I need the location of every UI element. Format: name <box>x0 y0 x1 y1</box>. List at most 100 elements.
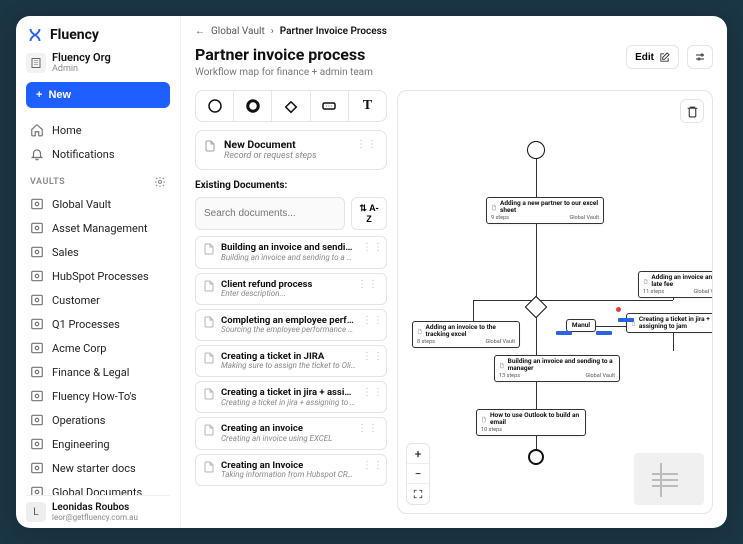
search-input[interactable] <box>195 197 345 230</box>
new-button[interactable]: + New <box>26 82 170 108</box>
drag-handle-icon[interactable]: ⋮⋮ <box>362 315 384 326</box>
document-item[interactable]: Completing an employee perform...Sourcin… <box>195 309 387 341</box>
vault-icon <box>30 269 44 283</box>
existing-docs-heading: Existing Documents: <box>195 180 387 191</box>
document-item[interactable]: Creating an invoiceCreating an invoice u… <box>195 417 387 449</box>
flow-node[interactable]: How to use Outlook to build an email 10 … <box>476 409 586 436</box>
selection-handle[interactable] <box>596 331 612 335</box>
vault-item[interactable]: Acme Corp <box>26 336 170 360</box>
gear-icon[interactable] <box>154 176 166 188</box>
breadcrumb-parent[interactable]: Global Vault <box>211 26 265 37</box>
selection-handle[interactable] <box>616 307 621 312</box>
zoom-out-button[interactable]: − <box>407 464 429 484</box>
vault-item[interactable]: HubSpot Processes <box>26 264 170 288</box>
vault-icon <box>30 197 44 211</box>
vault-item[interactable]: Sales <box>26 240 170 264</box>
vault-item[interactable]: Fluency How-To's <box>26 384 170 408</box>
drag-handle-icon[interactable]: ⋮⋮ <box>362 242 384 253</box>
shape-text[interactable]: T <box>349 91 386 121</box>
flow-node[interactable]: Adding a new partner to our excel sheet … <box>486 197 604 224</box>
shape-rect[interactable] <box>311 91 349 121</box>
file-icon <box>203 315 215 329</box>
document-item[interactable]: Client refund processEnter description..… <box>195 273 387 305</box>
org-name: Fluency Org <box>52 52 111 64</box>
selection-handle[interactable] <box>556 331 572 335</box>
vault-item[interactable]: Global Documents <box>26 480 170 495</box>
vault-icon <box>30 437 44 451</box>
drag-handle-icon[interactable]: ⋮⋮ <box>362 351 384 362</box>
vaults-section-head: VAULTS <box>26 166 170 192</box>
sort-button[interactable]: ⇅ A-Z <box>351 197 387 230</box>
org-role: Admin <box>52 64 111 74</box>
home-icon <box>30 123 44 137</box>
back-icon[interactable]: ← <box>195 26 205 37</box>
end-node[interactable] <box>528 449 544 465</box>
vault-item[interactable]: Operations <box>26 408 170 432</box>
flow-node[interactable]: Adding an invoice to the tracking excel … <box>412 321 520 348</box>
vault-icon <box>30 413 44 427</box>
file-icon <box>204 139 216 153</box>
flow-node[interactable]: Building an invoice and sending to a man… <box>494 355 620 382</box>
org-switcher[interactable]: Fluency Org Admin <box>26 52 170 74</box>
start-node[interactable] <box>527 141 545 159</box>
flow-canvas[interactable]: Adding a new partner to our excel sheet … <box>397 90 713 514</box>
shape-circle-bold[interactable] <box>234 91 272 121</box>
edit-icon <box>659 52 670 63</box>
shape-diamond[interactable] <box>272 91 310 121</box>
vault-icon <box>30 341 44 355</box>
drag-handle-icon[interactable]: ⋮⋮ <box>362 460 384 471</box>
flow-node[interactable]: Adding an invoice and a late fee 11 step… <box>638 271 713 298</box>
file-icon <box>203 351 215 365</box>
breadcrumb-current: Partner Invoice Process <box>280 26 387 37</box>
page-subtitle: Workflow map for finance + admin team <box>195 67 373 78</box>
vault-item[interactable]: Global Vault <box>26 192 170 216</box>
vault-item[interactable]: Q1 Processes <box>26 312 170 336</box>
zoom-controls: + − <box>406 443 430 505</box>
document-item[interactable]: Creating a ticket in JIRAMaking sure to … <box>195 345 387 377</box>
document-item[interactable]: Building an invoice and sending t...Buil… <box>195 236 387 268</box>
shape-toolbar: T <box>195 90 387 122</box>
shape-circle-filled[interactable] <box>196 91 234 121</box>
vault-item[interactable]: Customer <box>26 288 170 312</box>
file-icon <box>203 279 215 293</box>
user-email: leor@getfluency.com.au <box>52 513 138 522</box>
user-name: Leonidas Roubos <box>52 502 138 513</box>
vault-item[interactable]: Engineering <box>26 432 170 456</box>
vault-icon <box>30 221 44 235</box>
new-document-card[interactable]: New Document Record or request steps ⋮⋮ <box>195 130 387 170</box>
file-icon <box>203 387 215 401</box>
flow-node[interactable]: Creating a ticket in jira + assigning to… <box>626 313 713 333</box>
vault-icon <box>30 485 44 495</box>
vault-item[interactable]: Finance & Legal <box>26 360 170 384</box>
document-item[interactable]: Creating an InvoiceTaking information fr… <box>195 454 387 486</box>
bell-icon <box>30 147 44 161</box>
document-item[interactable]: Creating a ticket in jira + assignin...C… <box>195 381 387 413</box>
documents-panel: T New Document Record or request steps ⋮… <box>195 90 387 514</box>
vault-item[interactable]: New starter docs <box>26 456 170 480</box>
drag-handle-icon[interactable]: ⋮⋮ <box>357 279 379 290</box>
brand-name: Fluency <box>50 27 99 43</box>
app-window: Fluency Fluency Org Admin + New Home Not… <box>16 16 727 528</box>
nav-notifications[interactable]: Notifications <box>26 142 170 166</box>
vault-item[interactable]: Asset Management <box>26 216 170 240</box>
zoom-in-button[interactable]: + <box>407 444 429 464</box>
settings-button[interactable] <box>687 45 713 69</box>
vault-list: Global Vault Asset Management Sales HubS… <box>26 192 170 495</box>
file-icon <box>203 242 215 256</box>
zoom-fit-button[interactable] <box>407 484 429 504</box>
current-user[interactable]: L Leonidas Roubos leor@getfluency.com.au <box>26 495 170 522</box>
drag-handle-icon[interactable]: ⋮⋮ <box>357 423 379 434</box>
selection-handle[interactable] <box>618 318 634 322</box>
drag-handle-icon[interactable]: ⋮⋮ <box>356 139 378 150</box>
main-area: ← Global Vault › Partner Invoice Process… <box>181 16 727 528</box>
sidebar: Fluency Fluency Org Admin + New Home Not… <box>16 16 181 528</box>
plus-icon: + <box>36 89 42 101</box>
minimap[interactable] <box>634 453 704 505</box>
document-list: Building an invoice and sending t...Buil… <box>195 236 387 514</box>
drag-handle-icon[interactable]: ⋮⋮ <box>362 387 384 398</box>
breadcrumb: ← Global Vault › Partner Invoice Process <box>195 26 713 37</box>
nav-home[interactable]: Home <box>26 118 170 142</box>
logo-row: Fluency <box>26 26 170 44</box>
edit-button[interactable]: Edit <box>626 45 679 69</box>
file-icon <box>203 423 215 437</box>
